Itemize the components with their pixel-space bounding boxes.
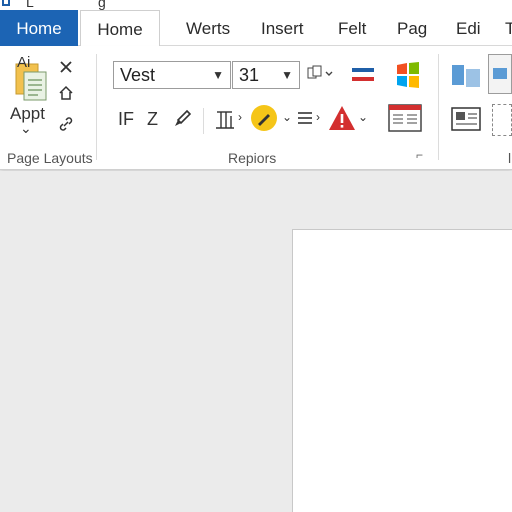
highlighter-icon[interactable] — [249, 103, 279, 133]
font-name-value: Vest — [120, 65, 156, 85]
chevron-down-icon[interactable]: ⌄ — [282, 110, 292, 124]
z-button[interactable]: Z — [147, 109, 158, 130]
document-icon[interactable] — [2, 0, 10, 6]
selected-view-button[interactable] — [488, 54, 512, 94]
reading-layout-icon[interactable] — [449, 104, 483, 134]
quick-access-strip: L g — [0, 0, 512, 10]
link-icon[interactable] — [57, 115, 75, 133]
paragraph-icon[interactable] — [213, 106, 237, 132]
document-page[interactable] — [292, 229, 512, 512]
home-outline-icon[interactable] — [57, 84, 75, 102]
align-icon[interactable] — [296, 108, 314, 128]
chevron-down-icon[interactable]: ⌄ — [20, 120, 32, 137]
font-name-combobox[interactable]: Vest ▼ — [113, 61, 231, 89]
tab-file[interactable]: Home — [0, 10, 78, 46]
group-label-repiors: Repiors — [228, 150, 277, 166]
close-icon[interactable] — [57, 58, 75, 76]
flag-icon[interactable] — [349, 62, 377, 86]
chevron-down-icon[interactable]: ⌄ — [358, 110, 368, 124]
placeholder-icon[interactable] — [492, 104, 512, 136]
chevron-right-icon[interactable]: › — [316, 110, 320, 124]
windows-logo-icon[interactable] — [393, 60, 423, 90]
title-fragment: L — [26, 0, 34, 10]
chevron-right-icon[interactable]: › — [238, 110, 242, 124]
chevron-down-icon[interactable]: ▼ — [212, 62, 224, 88]
tab-t[interactable]: T — [505, 10, 512, 46]
view-tiles-icon[interactable] — [449, 60, 483, 92]
group-separator — [96, 54, 97, 160]
tab-felt[interactable]: Felt — [338, 10, 366, 46]
group-label-page-layouts: Page Layouts — [7, 150, 93, 166]
document-layout-icon[interactable] — [386, 102, 424, 134]
font-options-icon[interactable] — [306, 62, 336, 86]
document-canvas[interactable] — [0, 171, 512, 512]
ribbon: Ai Appt ⌄ Vest ▼ 31 ▼ IF Z › ⌄ › ⌄ Page … — [0, 46, 512, 170]
chevron-down-icon[interactable]: ▼ — [281, 62, 293, 88]
group-label-right: l — [508, 150, 512, 166]
ribbon-tabs: Home Home Werts Insert Felt Pag Edi T — [0, 10, 512, 47]
brush-icon[interactable] — [172, 108, 192, 130]
title-fragment: g — [98, 0, 106, 10]
font-size-combobox[interactable]: 31 ▼ — [232, 61, 300, 89]
tab-werts[interactable]: Werts — [186, 10, 230, 46]
warning-icon[interactable] — [327, 104, 357, 132]
paste-icon-label: Ai — [17, 54, 31, 71]
if-button[interactable]: IF — [118, 109, 134, 130]
dialog-launcher-icon[interactable]: ⌐ — [416, 148, 423, 162]
group-separator — [438, 54, 439, 160]
tab-insert[interactable]: Insert — [261, 10, 304, 46]
font-size-value: 31 — [239, 65, 260, 85]
tab-pag[interactable]: Pag — [397, 10, 427, 46]
tab-edi[interactable]: Edi — [456, 10, 481, 46]
tab-home[interactable]: Home — [80, 10, 160, 47]
group-separator — [203, 108, 204, 134]
